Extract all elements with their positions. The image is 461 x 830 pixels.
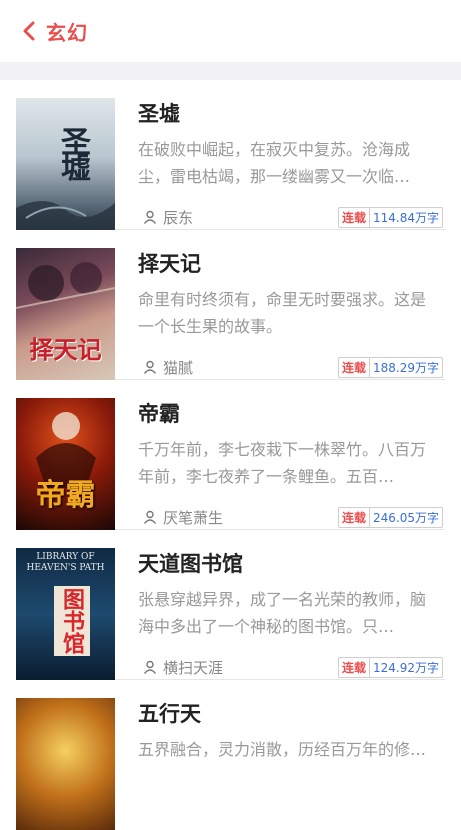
- cover-subtitle: LIBRARY OF HEAVEN'S PATH: [26, 552, 105, 573]
- book-badges: 连载 246.05万字: [337, 507, 443, 528]
- book-title: 帝霸: [138, 402, 180, 426]
- book-title: 五行天: [138, 702, 201, 726]
- book-meta: 辰东 连载 114.84万字: [138, 206, 445, 228]
- person-icon: [143, 510, 157, 524]
- book-title: 圣墟: [138, 102, 180, 126]
- header-bar: 玄幻: [0, 0, 461, 62]
- book-info: 帝霸 千万年前，李七夜栽下一株翠竹。八百万年前，李七夜养了一条鲤鱼。五百… 厌笔…: [138, 398, 445, 530]
- status-badge: 连载: [339, 208, 370, 227]
- book-title: 天道图书馆: [138, 552, 243, 576]
- book-description: 千万年前，李七夜栽下一株翠竹。八百万年前，李七夜养了一条鲤鱼。五百…: [138, 440, 427, 486]
- person-icon: [143, 360, 157, 374]
- book-title: 择天记: [138, 252, 201, 276]
- status-badge: 连载: [339, 658, 370, 677]
- book-description: 张悬穿越异界，成了一名光荣的教师，脑海中多出了一个神秘的图书馆。只…: [138, 590, 427, 636]
- book-info: 天道图书馆 张悬穿越异界，成了一名光荣的教师，脑海中多出了一个神秘的图书馆。只……: [138, 548, 445, 680]
- page-title: 玄幻: [46, 20, 88, 45]
- word-count-badge: 246.05万字: [373, 511, 439, 525]
- book-description: 命里有时终须有，命里无时要强求。这是一个长生果的故事。: [138, 290, 427, 336]
- book-info: 圣墟 在破败中崛起，在寂灭中复苏。沧海成尘，雷电枯竭，那一缕幽雾又一次临… 辰东…: [138, 98, 445, 230]
- book-list: 圣墟 圣墟 在破败中崛起，在寂灭中复苏。沧海成尘，雷电枯竭，那一缕幽雾又一次临……: [0, 80, 461, 830]
- book-badges: 连载 124.92万字: [337, 657, 443, 678]
- book-author: 猫腻: [163, 358, 194, 377]
- book-author: 横扫天涯: [163, 658, 224, 677]
- book-list-item[interactable]: 圣墟 圣墟 在破败中崛起，在寂灭中复苏。沧海成尘，雷电枯竭，那一缕幽雾又一次临……: [16, 80, 445, 230]
- book-cover[interactable]: 帝霸: [16, 398, 115, 530]
- book-description: 在破败中崛起，在寂灭中复苏。沧海成尘，雷电枯竭，那一缕幽雾又一次临…: [138, 140, 411, 186]
- book-author: 辰东: [163, 208, 194, 227]
- status-badge: 连载: [339, 508, 370, 527]
- book-author: 厌笔萧生: [163, 508, 224, 527]
- book-meta: 横扫天涯 连载 124.92万字: [138, 656, 445, 678]
- word-count-badge: 124.92万字: [373, 661, 439, 675]
- cover-title: 帝霸: [35, 478, 96, 513]
- book-meta: 猫腻 连载 188.29万字: [138, 356, 445, 378]
- book-cover[interactable]: LIBRARY OF HEAVEN'S PATH 图书馆: [16, 548, 115, 680]
- person-icon: [143, 660, 157, 674]
- chevron-left-icon[interactable]: [20, 19, 38, 43]
- book-info: 择天记 命里有时终须有，命里无时要强求。这是一个长生果的故事。 猫腻 连载 18…: [138, 248, 445, 380]
- book-list-item[interactable]: 五行天 五界融合，灵力消散，历经百万年的修…: [16, 680, 445, 830]
- book-cover[interactable]: 圣墟: [16, 98, 115, 230]
- section-divider: [0, 62, 461, 80]
- book-list-item[interactable]: LIBRARY OF HEAVEN'S PATH 图书馆 天道图书馆 张悬穿越异…: [16, 530, 445, 680]
- book-cover[interactable]: 择天记: [16, 248, 115, 380]
- book-badges: 连载 188.29万字: [337, 357, 443, 378]
- cover-title: 圣墟: [55, 126, 90, 178]
- status-badge: 连载: [339, 358, 370, 377]
- book-list-item[interactable]: 择天记 择天记 命里有时终须有，命里无时要强求。这是一个长生果的故事。 猫腻 连…: [16, 230, 445, 380]
- book-badges: 连载 114.84万字: [337, 207, 443, 228]
- book-list-item[interactable]: 帝霸 帝霸 千万年前，李七夜栽下一株翠竹。八百万年前，李七夜养了一条鲤鱼。五百……: [16, 380, 445, 530]
- book-description: 五界融合，灵力消散，历经百万年的修…: [138, 740, 427, 759]
- word-count-badge: 188.29万字: [373, 361, 439, 375]
- book-cover[interactable]: [16, 698, 115, 830]
- person-icon: [143, 210, 157, 224]
- cover-title: 择天记: [29, 335, 102, 364]
- book-info: 五行天 五界融合，灵力消散，历经百万年的修…: [138, 698, 445, 830]
- cover-title: 图书馆: [54, 586, 90, 656]
- word-count-badge: 114.84万字: [373, 211, 439, 225]
- book-meta: 厌笔萧生 连载 246.05万字: [138, 506, 445, 528]
